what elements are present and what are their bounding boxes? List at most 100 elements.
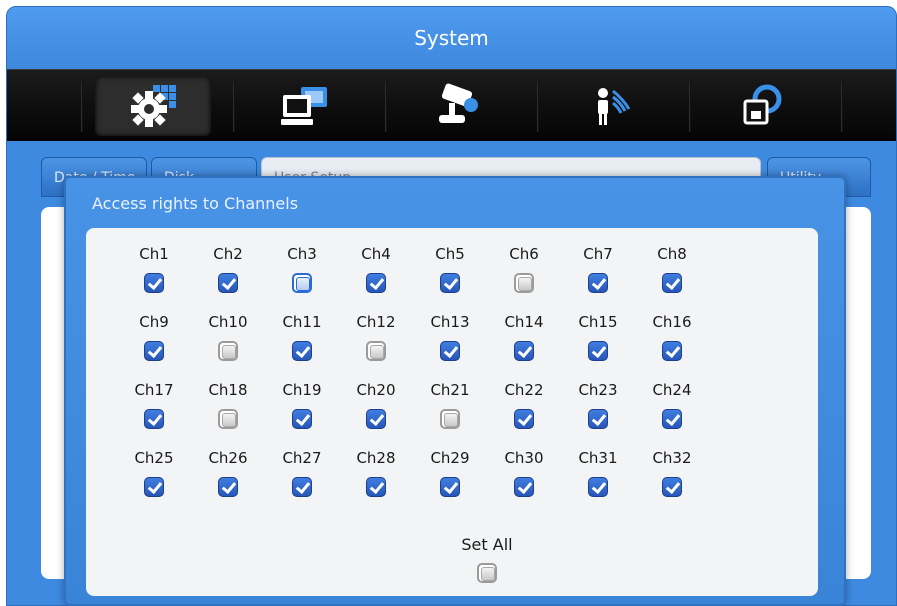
channel-label: Ch23 (578, 381, 618, 399)
channel-item: Ch10 (198, 312, 258, 365)
channel-checkbox[interactable] (218, 341, 238, 361)
channel-label: Ch16 (652, 313, 692, 331)
channel-checkbox[interactable] (440, 341, 460, 361)
channel-label: Ch30 (504, 449, 544, 467)
channel-checkbox[interactable] (292, 273, 312, 293)
toolbar-separator (841, 82, 842, 132)
toolbar-separator (233, 82, 234, 132)
channel-item: Ch21 (420, 380, 480, 433)
channel-checkbox[interactable] (366, 477, 386, 497)
set-all-checkbox[interactable] (477, 563, 497, 583)
channel-label: Ch15 (578, 313, 618, 331)
set-all-control: Set All (452, 535, 522, 587)
channel-label: Ch9 (139, 313, 169, 331)
channel-checkbox[interactable] (218, 273, 238, 293)
channel-label: Ch32 (652, 449, 692, 467)
channel-checkbox[interactable] (514, 273, 534, 293)
channel-item: Ch23 (568, 380, 628, 433)
channel-item: Ch1 (124, 244, 184, 297)
channel-item: Ch9 (124, 312, 184, 365)
channel-label: Ch26 (208, 449, 248, 467)
channel-checkbox[interactable] (440, 477, 460, 497)
channel-label: Ch31 (578, 449, 618, 467)
channel-label: Ch20 (356, 381, 396, 399)
channel-label: Ch2 (213, 245, 243, 263)
window-title: System (7, 7, 896, 69)
channel-checkbox[interactable] (144, 341, 164, 361)
channel-checkbox[interactable] (144, 409, 164, 429)
channel-item: Ch11 (272, 312, 332, 365)
channel-item: Ch13 (420, 312, 480, 365)
channel-checkbox[interactable] (514, 477, 534, 497)
channel-label: Ch1 (139, 245, 169, 263)
channel-item: Ch15 (568, 312, 628, 365)
channel-checkbox[interactable] (662, 477, 682, 497)
gear-grid-icon (131, 85, 176, 127)
channel-checkbox[interactable] (366, 409, 386, 429)
channel-label: Ch11 (282, 313, 322, 331)
channel-checkbox[interactable] (662, 341, 682, 361)
channel-checkbox[interactable] (366, 273, 386, 293)
channel-item: Ch2 (198, 244, 258, 297)
channel-label: Ch7 (583, 245, 613, 263)
toolbar-ptz-camera-button[interactable] (399, 76, 515, 136)
channel-checkbox[interactable] (588, 409, 608, 429)
channel-label: Ch14 (504, 313, 544, 331)
channel-checkbox[interactable] (366, 341, 386, 361)
channel-checkbox[interactable] (292, 341, 312, 361)
channel-checkbox[interactable] (218, 477, 238, 497)
channel-checkbox[interactable] (588, 477, 608, 497)
channel-item: Ch5 (420, 244, 480, 297)
channel-item: Ch4 (346, 244, 406, 297)
channel-item: Ch19 (272, 380, 332, 433)
channel-item: Ch16 (642, 312, 702, 365)
toolbar-system-settings-button[interactable] (95, 76, 211, 136)
channel-checkbox[interactable] (292, 477, 312, 497)
toolbar-separator (537, 82, 538, 132)
channel-item: Ch29 (420, 448, 480, 501)
channel-item: Ch28 (346, 448, 406, 501)
channel-checkbox[interactable] (588, 273, 608, 293)
dialog-title: Access rights to Channels (92, 194, 299, 213)
channel-label: Ch27 (282, 449, 322, 467)
channel-label: Ch21 (430, 381, 470, 399)
channel-item: Ch32 (642, 448, 702, 501)
channel-checkbox[interactable] (588, 341, 608, 361)
channel-label: Ch22 (504, 381, 544, 399)
channel-checkbox[interactable] (440, 273, 460, 293)
channel-item: Ch25 (124, 448, 184, 501)
channel-item: Ch24 (642, 380, 702, 433)
channel-label: Ch13 (430, 313, 470, 331)
channel-label: Ch18 (208, 381, 248, 399)
channel-checkbox[interactable] (440, 409, 460, 429)
channel-checkbox[interactable] (292, 409, 312, 429)
channel-grid: Set All Ch1 Ch2 Ch3 Ch4 Ch5 Ch6 Ch7 Ch8 Ch9 Ch10 C… (86, 228, 818, 596)
channel-item: Ch3 (272, 244, 332, 297)
channel-checkbox[interactable] (144, 477, 164, 497)
channel-item: Ch22 (494, 380, 554, 433)
motion-person-icon (598, 88, 631, 125)
channel-label: Ch5 (435, 245, 465, 263)
channel-item: Ch20 (346, 380, 406, 433)
channel-item: Ch27 (272, 448, 332, 501)
channel-checkbox[interactable] (662, 409, 682, 429)
channel-checkbox[interactable] (514, 409, 534, 429)
channel-label: Ch24 (652, 381, 692, 399)
channel-label: Ch17 (134, 381, 174, 399)
channel-item: Ch8 (642, 244, 702, 297)
channel-item: Ch12 (346, 312, 406, 365)
channel-item: Ch26 (198, 448, 258, 501)
toolbar-network-button[interactable] (247, 76, 363, 136)
channel-checkbox[interactable] (514, 341, 534, 361)
set-all-label: Set All (461, 535, 513, 554)
channel-label: Ch6 (509, 245, 539, 263)
channel-checkbox[interactable] (144, 273, 164, 293)
channel-label: Ch4 (361, 245, 391, 263)
channel-checkbox[interactable] (218, 409, 238, 429)
channel-label: Ch8 (657, 245, 687, 263)
toolbar-event-button[interactable] (551, 76, 667, 136)
channel-item: Ch30 (494, 448, 554, 501)
channel-checkbox[interactable] (662, 273, 682, 293)
toolbar-backup-button[interactable] (703, 76, 819, 136)
channel-label: Ch10 (208, 313, 248, 331)
